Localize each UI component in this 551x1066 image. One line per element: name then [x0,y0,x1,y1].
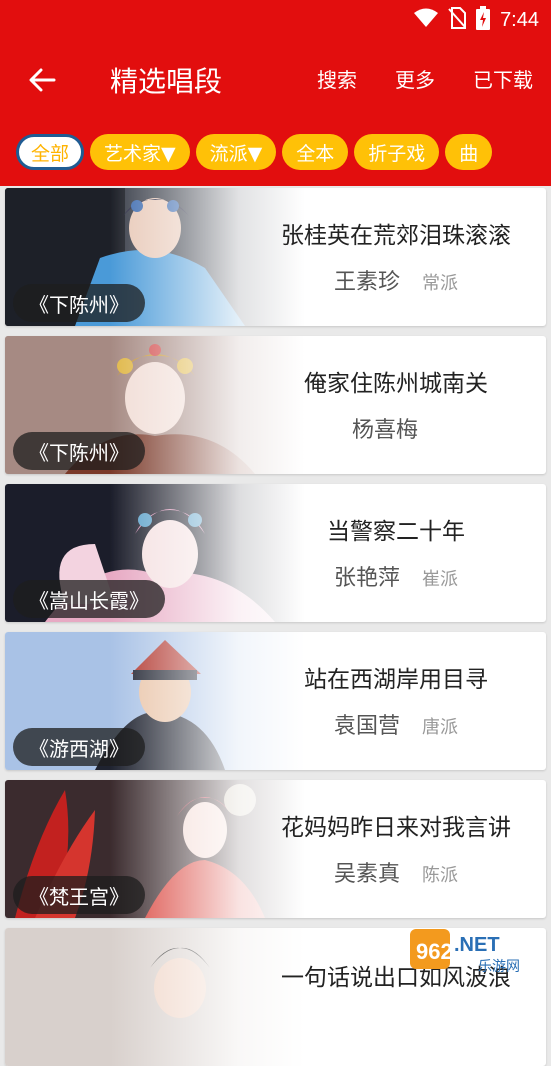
song-title: 当警察二十年 [327,519,465,545]
song-title: 花妈妈昨日来对我言讲 [281,815,511,841]
school-label: 陈派 [422,865,458,886]
opera-name-label: 《嵩山长霞》 [13,580,165,618]
opera-name-label: 《下陈州》 [13,284,145,322]
wifi-icon [414,8,439,32]
downloaded-button[interactable]: 已下载 [473,64,533,93]
list-item[interactable]: 《游西湖》 站在西湖岸用目寻 袁国营 唐派 [5,632,546,770]
list-item[interactable]: 《下陈州》 俺家住陈州城南关 杨喜梅 [5,336,546,474]
thumbnail-image: 《嵩山长霞》 [5,484,305,622]
song-title: 张桂英在荒郊泪珠滚滚 [281,223,511,249]
page-title: 精选唱段 [110,65,223,98]
search-button[interactable]: 搜索 [317,64,357,93]
watermark-text-3: 乐游网 [478,959,520,975]
filter-bar: 全部 艺术家▼ 流派▼ 全本 折子戏 曲 [0,120,551,186]
no-sim-icon [448,7,467,33]
arrow-left-icon [29,68,56,92]
more-button[interactable]: 更多 [395,64,435,93]
list-item[interactable]: 《梵王宫》 花妈妈昨日来对我言讲 吴素真 陈派 [5,780,546,918]
artist-name: 王素珍 [333,270,400,295]
opera-name-label: 《游西湖》 [13,728,145,766]
filter-chip-artist[interactable]: 艺术家▼ [90,134,190,170]
filter-chip-full[interactable]: 全本 [282,134,349,170]
artist-name: 袁国营 [333,714,400,739]
thumbnail-image [5,928,305,1066]
back-button[interactable] [24,62,60,98]
watermark-text-1: 962 [416,939,453,964]
artist-name: 杨喜梅 [351,418,418,443]
list-item[interactable]: 《嵩山长霞》 当警察二十年 张艳萍 崔派 [5,484,546,622]
app-bar: 精选唱段 搜索 更多 已下载 [0,40,551,120]
status-time: 7:44 [500,8,539,31]
filter-chip-school[interactable]: 流派▼ [195,134,277,170]
school-label: 唐派 [422,717,458,738]
thumbnail-image: 《下陈州》 [5,336,305,474]
list-item[interactable]: 《下陈州》 张桂英在荒郊泪珠滚滚 王素珍 常派 [5,188,546,326]
watermark-text-2: .NET [454,934,500,956]
status-bar: 7:44 [0,0,551,40]
song-title: 俺家住陈州城南关 [304,371,488,397]
battery-charging-icon [476,6,491,34]
thumbnail-image: 《下陈州》 [5,188,305,326]
song-title: 站在西湖岸用目寻 [304,667,488,693]
filter-chip-tune[interactable]: 曲 [445,134,493,170]
watermark-logo: 962 .NET 乐游网 [408,925,543,977]
filter-chip-excerpt[interactable]: 折子戏 [354,134,440,170]
filter-chip-all[interactable]: 全部 [16,134,85,170]
opera-name-label: 《梵王宫》 [13,876,145,914]
thumbnail-image: 《游西湖》 [5,632,305,770]
opera-name-label: 《下陈州》 [13,432,145,470]
thumbnail-image: 《梵王宫》 [5,780,305,918]
school-label: 常派 [422,273,458,294]
school-label: 崔派 [422,569,458,590]
artist-name: 张艳萍 [333,566,400,591]
artist-name: 吴素真 [333,862,400,887]
